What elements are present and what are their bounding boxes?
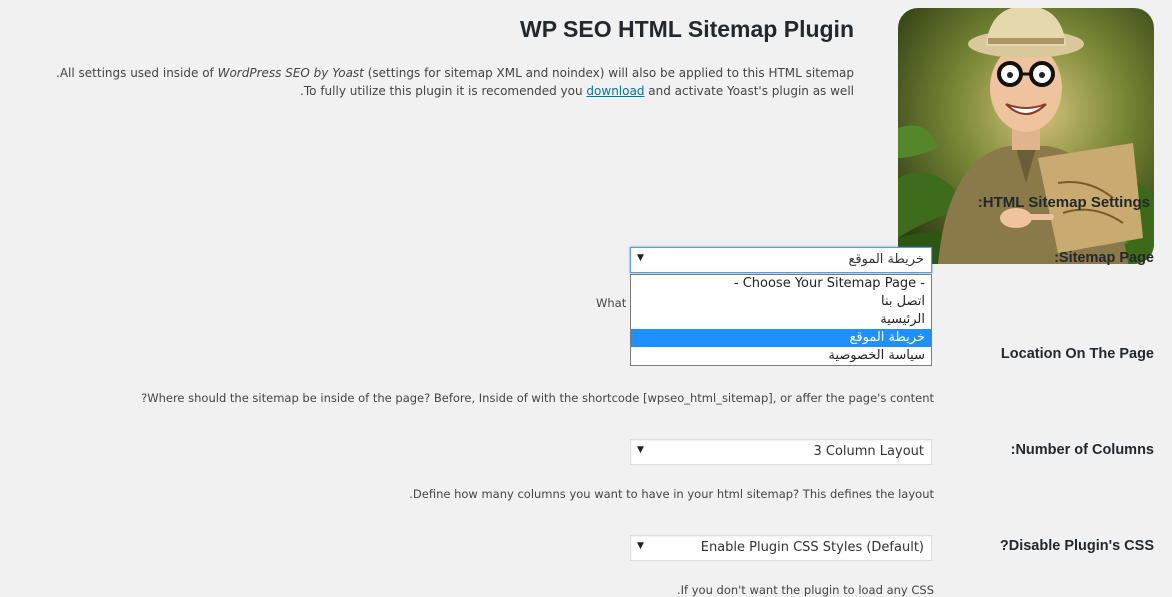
intro-line1-plugin-name: WordPress SEO by Yoast: [217, 66, 364, 80]
chevron-down-icon: ▼: [637, 445, 644, 455]
columns-label: Number of Columns:: [1010, 442, 1154, 458]
location-label: Location On The Page: [1000, 346, 1154, 362]
css-selected: Enable Plugin CSS Styles (Default): [700, 540, 924, 555]
sitemap-page-option[interactable]: خريطة الموقع: [631, 329, 931, 347]
sitemap-page-option[interactable]: اتصل بنا: [631, 293, 931, 311]
settings-heading: HTML Sitemap Settings:: [977, 194, 1150, 211]
sitemap-page-label: Sitemap Page:: [1054, 250, 1154, 266]
page-title: WP SEO HTML Sitemap Plugin: [520, 16, 854, 42]
location-help: Where should the sitemap be inside of th…: [141, 391, 934, 405]
chevron-down-icon: ▼: [637, 541, 644, 551]
columns-help: Define how many columns you want to have…: [409, 487, 934, 501]
download-link[interactable]: download: [586, 84, 644, 98]
sitemap-page-options: - Choose Your Sitemap Page - اتصل بنا الرئ…: [630, 274, 932, 366]
intro-line1-prefix: All settings used inside of: [59, 66, 214, 80]
sitemap-page-option[interactable]: الرئيسية: [631, 311, 931, 329]
columns-select[interactable]: ▼ 3 Column Layout: [630, 439, 932, 465]
sitemap-page-option[interactable]: - Choose Your Sitemap Page -: [631, 275, 931, 293]
explorer-image: [898, 8, 1154, 264]
sitemap-page-select[interactable]: ▼ خريطة الموقع: [630, 247, 932, 273]
intro-text-settings: All settings used inside of WordPress SE…: [56, 66, 854, 80]
css-label: Disable Plugin's CSS?: [999, 538, 1154, 554]
sitemap-page-help: What: [596, 296, 627, 310]
columns-selected: 3 Column Layout: [813, 444, 924, 459]
intro-text-download: To fully utilize this plugin it is recom…: [300, 84, 854, 98]
sitemap-page-option[interactable]: سياسة الخصوصية: [631, 347, 931, 365]
intro-line2-prefix: To fully utilize this plugin it is recom…: [303, 84, 583, 98]
css-select[interactable]: ▼ Enable Plugin CSS Styles (Default): [630, 535, 932, 561]
chevron-down-icon: ▼: [637, 253, 644, 263]
sitemap-page-selected: خريطة الموقع: [848, 252, 924, 267]
